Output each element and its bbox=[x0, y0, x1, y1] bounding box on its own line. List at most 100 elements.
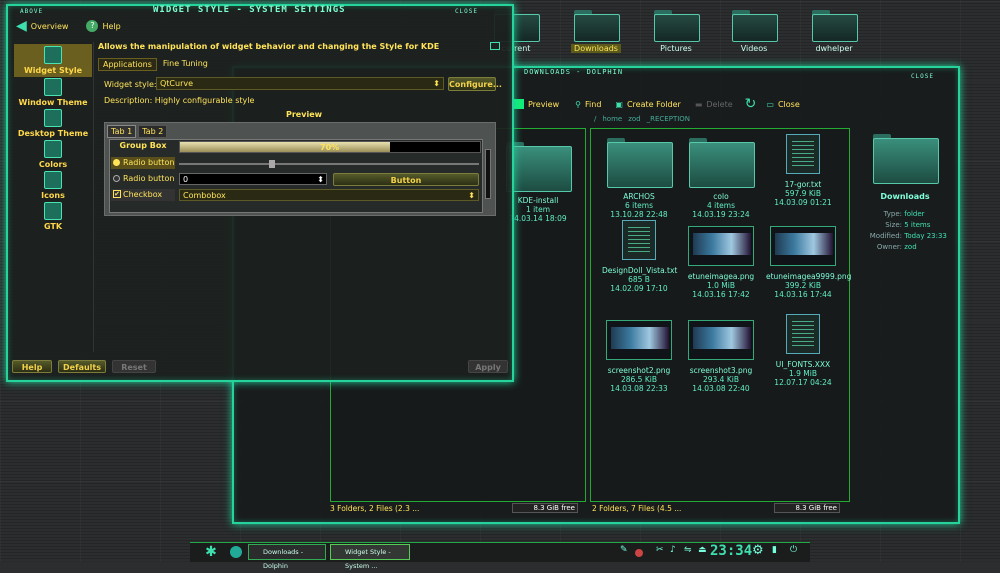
file-item[interactable]: DesignDoll_Vista.txt 685 B 14.02.09 17:10 bbox=[602, 220, 677, 293]
settings-window: ABOVE WIDGET STYLE - SYSTEM SETTINGS CLO… bbox=[6, 4, 514, 382]
combo-arrow-icon: ⬍ bbox=[433, 79, 440, 88]
breadcrumb-home[interactable]: home bbox=[602, 115, 622, 123]
settings-close-label[interactable]: CLOSE bbox=[455, 8, 478, 15]
combo-arrow-icon: ⬍ bbox=[468, 191, 475, 200]
globe-icon[interactable] bbox=[230, 546, 242, 558]
file-item[interactable]: UI_FONTS.XXX 1.9 MiB 12.07.17 04:24 bbox=[766, 314, 840, 387]
group-box-label: Group Box bbox=[119, 141, 167, 150]
settings-title: WIDGET STYLE - SYSTEM SETTINGS bbox=[153, 5, 346, 15]
sidebar-item-widget-style[interactable]: Widget Style bbox=[14, 44, 92, 77]
status-right: 2 Folders, 7 Files (4.5 ... bbox=[592, 504, 682, 513]
folder-icon bbox=[654, 10, 700, 42]
help-icon: ? bbox=[86, 20, 99, 32]
widget-style-label: Widget style: bbox=[104, 80, 157, 89]
pen-icon[interactable]: ✎ bbox=[620, 545, 628, 555]
dolphin-close-label[interactable]: CLOSE bbox=[911, 73, 934, 80]
help-menu[interactable]: Help bbox=[102, 22, 120, 31]
slider-track[interactable] bbox=[179, 160, 479, 168]
folder-icon bbox=[812, 10, 858, 42]
folder-icon bbox=[506, 142, 572, 192]
style-description: Description: Highly configurable style bbox=[104, 96, 255, 105]
radio-indicator-icon bbox=[113, 175, 120, 182]
spin-box[interactable]: 0 ⬍ bbox=[179, 173, 327, 185]
find-button[interactable]: Find bbox=[585, 100, 601, 109]
breadcrumb-zod[interactable]: zod bbox=[628, 115, 640, 123]
checkbox[interactable]: ✔ Checkbox bbox=[111, 189, 175, 201]
check-icon: ✔ bbox=[113, 190, 121, 198]
volume-icon[interactable]: ♪ bbox=[670, 545, 676, 555]
reset-button[interactable]: Reset bbox=[112, 360, 156, 373]
preview-combobox[interactable]: Combobox ⬍ bbox=[179, 189, 479, 201]
progress-bar: 70% bbox=[179, 141, 481, 153]
overview-button[interactable]: Overview bbox=[31, 22, 69, 31]
create-folder-button[interactable]: Create Folder bbox=[627, 100, 681, 109]
power-icon[interactable]: ⏻ bbox=[790, 545, 797, 555]
slider-handle[interactable] bbox=[269, 160, 275, 168]
network-icon[interactable]: ⇋ bbox=[684, 545, 692, 555]
desktop-icon-pictures[interactable]: Pictures bbox=[636, 10, 716, 53]
module-help-icon[interactable] bbox=[490, 42, 500, 50]
breadcrumb: / home zod _RECEPTION bbox=[594, 115, 690, 123]
file-item[interactable]: etuneimagea.png 1.0 MiB 14.03.16 17:42 bbox=[684, 226, 758, 299]
image-thumbnail bbox=[606, 320, 672, 360]
task-settings[interactable]: Widget Style - System ... bbox=[330, 544, 410, 570]
footer-help-button[interactable]: Help bbox=[12, 360, 52, 373]
sidebar-item-window-theme[interactable]: Window Theme bbox=[14, 78, 92, 107]
info-panel: Downloads Type: folder Size: 5 items Mod… bbox=[860, 134, 950, 253]
tab-applications[interactable]: Applications bbox=[98, 58, 157, 71]
breadcrumb-reception[interactable]: _RECEPTION bbox=[647, 115, 690, 123]
sidebar-item-colors[interactable]: Colors bbox=[14, 140, 92, 169]
module-description: Allows the manipulation of widget behavi… bbox=[98, 42, 440, 51]
desktop-theme-icon bbox=[44, 109, 62, 127]
text-file-icon bbox=[622, 220, 656, 260]
preview-button[interactable]: Button bbox=[333, 173, 479, 186]
clock[interactable]: 23:34 bbox=[710, 543, 752, 559]
folder-icon bbox=[732, 10, 778, 42]
dolphin-title: DOWNLOADS - DOLPHIN bbox=[524, 68, 624, 76]
record-icon[interactable] bbox=[635, 549, 643, 557]
configure-button[interactable]: Configure... bbox=[448, 77, 502, 91]
preview-label: Preview bbox=[286, 110, 323, 119]
task-dolphin[interactable]: Downloads - Dolphin bbox=[248, 544, 326, 570]
image-thumbnail bbox=[770, 226, 836, 266]
tab-fine-tuning[interactable]: Fine Tuning bbox=[159, 58, 212, 71]
eject-icon[interactable]: ⏏ bbox=[698, 545, 707, 555]
spin-arrows-icon[interactable]: ⬍ bbox=[317, 174, 324, 185]
folder-icon bbox=[873, 134, 939, 184]
kde-menu-icon[interactable]: ✱ bbox=[200, 544, 222, 560]
radio-button-1[interactable]: Radio button bbox=[111, 157, 175, 169]
preview-tab-1[interactable]: Tab 1 bbox=[107, 125, 137, 138]
preview-scrollbar[interactable] bbox=[485, 149, 491, 199]
corner-left-label: ABOVE bbox=[20, 8, 44, 15]
preview-tab-2[interactable]: Tab 2 bbox=[138, 125, 168, 138]
file-item[interactable]: screenshot2.png 286.5 KiB 14.03.08 22:33 bbox=[602, 320, 676, 393]
progress-text: 70% bbox=[320, 143, 340, 152]
radio-button-2[interactable]: Radio button bbox=[111, 173, 175, 185]
desktop-icon-downloads[interactable]: Downloads bbox=[556, 10, 636, 53]
free-space-right: 8.3 GiB free bbox=[774, 503, 840, 513]
defaults-button[interactable]: Defaults bbox=[58, 360, 106, 373]
scissors-icon[interactable]: ✂ bbox=[656, 545, 664, 555]
close-button[interactable]: Close bbox=[778, 100, 800, 109]
breadcrumb-root[interactable]: / bbox=[594, 115, 596, 123]
file-item[interactable]: ARCHOS 6 items 13.10.28 22:48 bbox=[602, 138, 676, 219]
sidebar-item-gtk[interactable]: GTK bbox=[14, 202, 92, 231]
apply-button[interactable]: Apply bbox=[468, 360, 508, 373]
create-folder-icon: ▣ bbox=[615, 99, 623, 109]
battery-icon[interactable]: ▮ bbox=[772, 545, 777, 555]
sidebar-item-desktop-theme[interactable]: Desktop Theme bbox=[14, 109, 92, 138]
text-file-icon bbox=[786, 134, 820, 174]
file-item[interactable]: screenshot3.png 293.4 KiB 14.03.08 22:40 bbox=[684, 320, 758, 393]
sidebar-item-icons[interactable]: Icons bbox=[14, 171, 92, 200]
preview-button[interactable]: Preview bbox=[528, 100, 559, 109]
radio-indicator-icon bbox=[113, 159, 120, 166]
delete-button[interactable]: Delete bbox=[706, 100, 732, 109]
gear-icon[interactable]: ⚙ bbox=[752, 543, 764, 558]
file-item[interactable]: etuneimagea9999.png 399.2 KiB 14.03.16 17:… bbox=[766, 226, 851, 299]
reload-icon[interactable]: ↻ bbox=[745, 96, 757, 112]
file-item[interactable]: 17-gor.txt 597.9 KiB 14.03.09 01:21 bbox=[766, 134, 840, 207]
desktop-icon-videos[interactable]: Videos bbox=[714, 10, 794, 53]
widget-style-select[interactable]: QtCurve ⬍ bbox=[156, 77, 444, 90]
desktop-icon-dwhelper[interactable]: dwhelper bbox=[794, 10, 874, 53]
file-item[interactable]: colo 4 items 14.03.19 23:24 bbox=[684, 138, 758, 219]
